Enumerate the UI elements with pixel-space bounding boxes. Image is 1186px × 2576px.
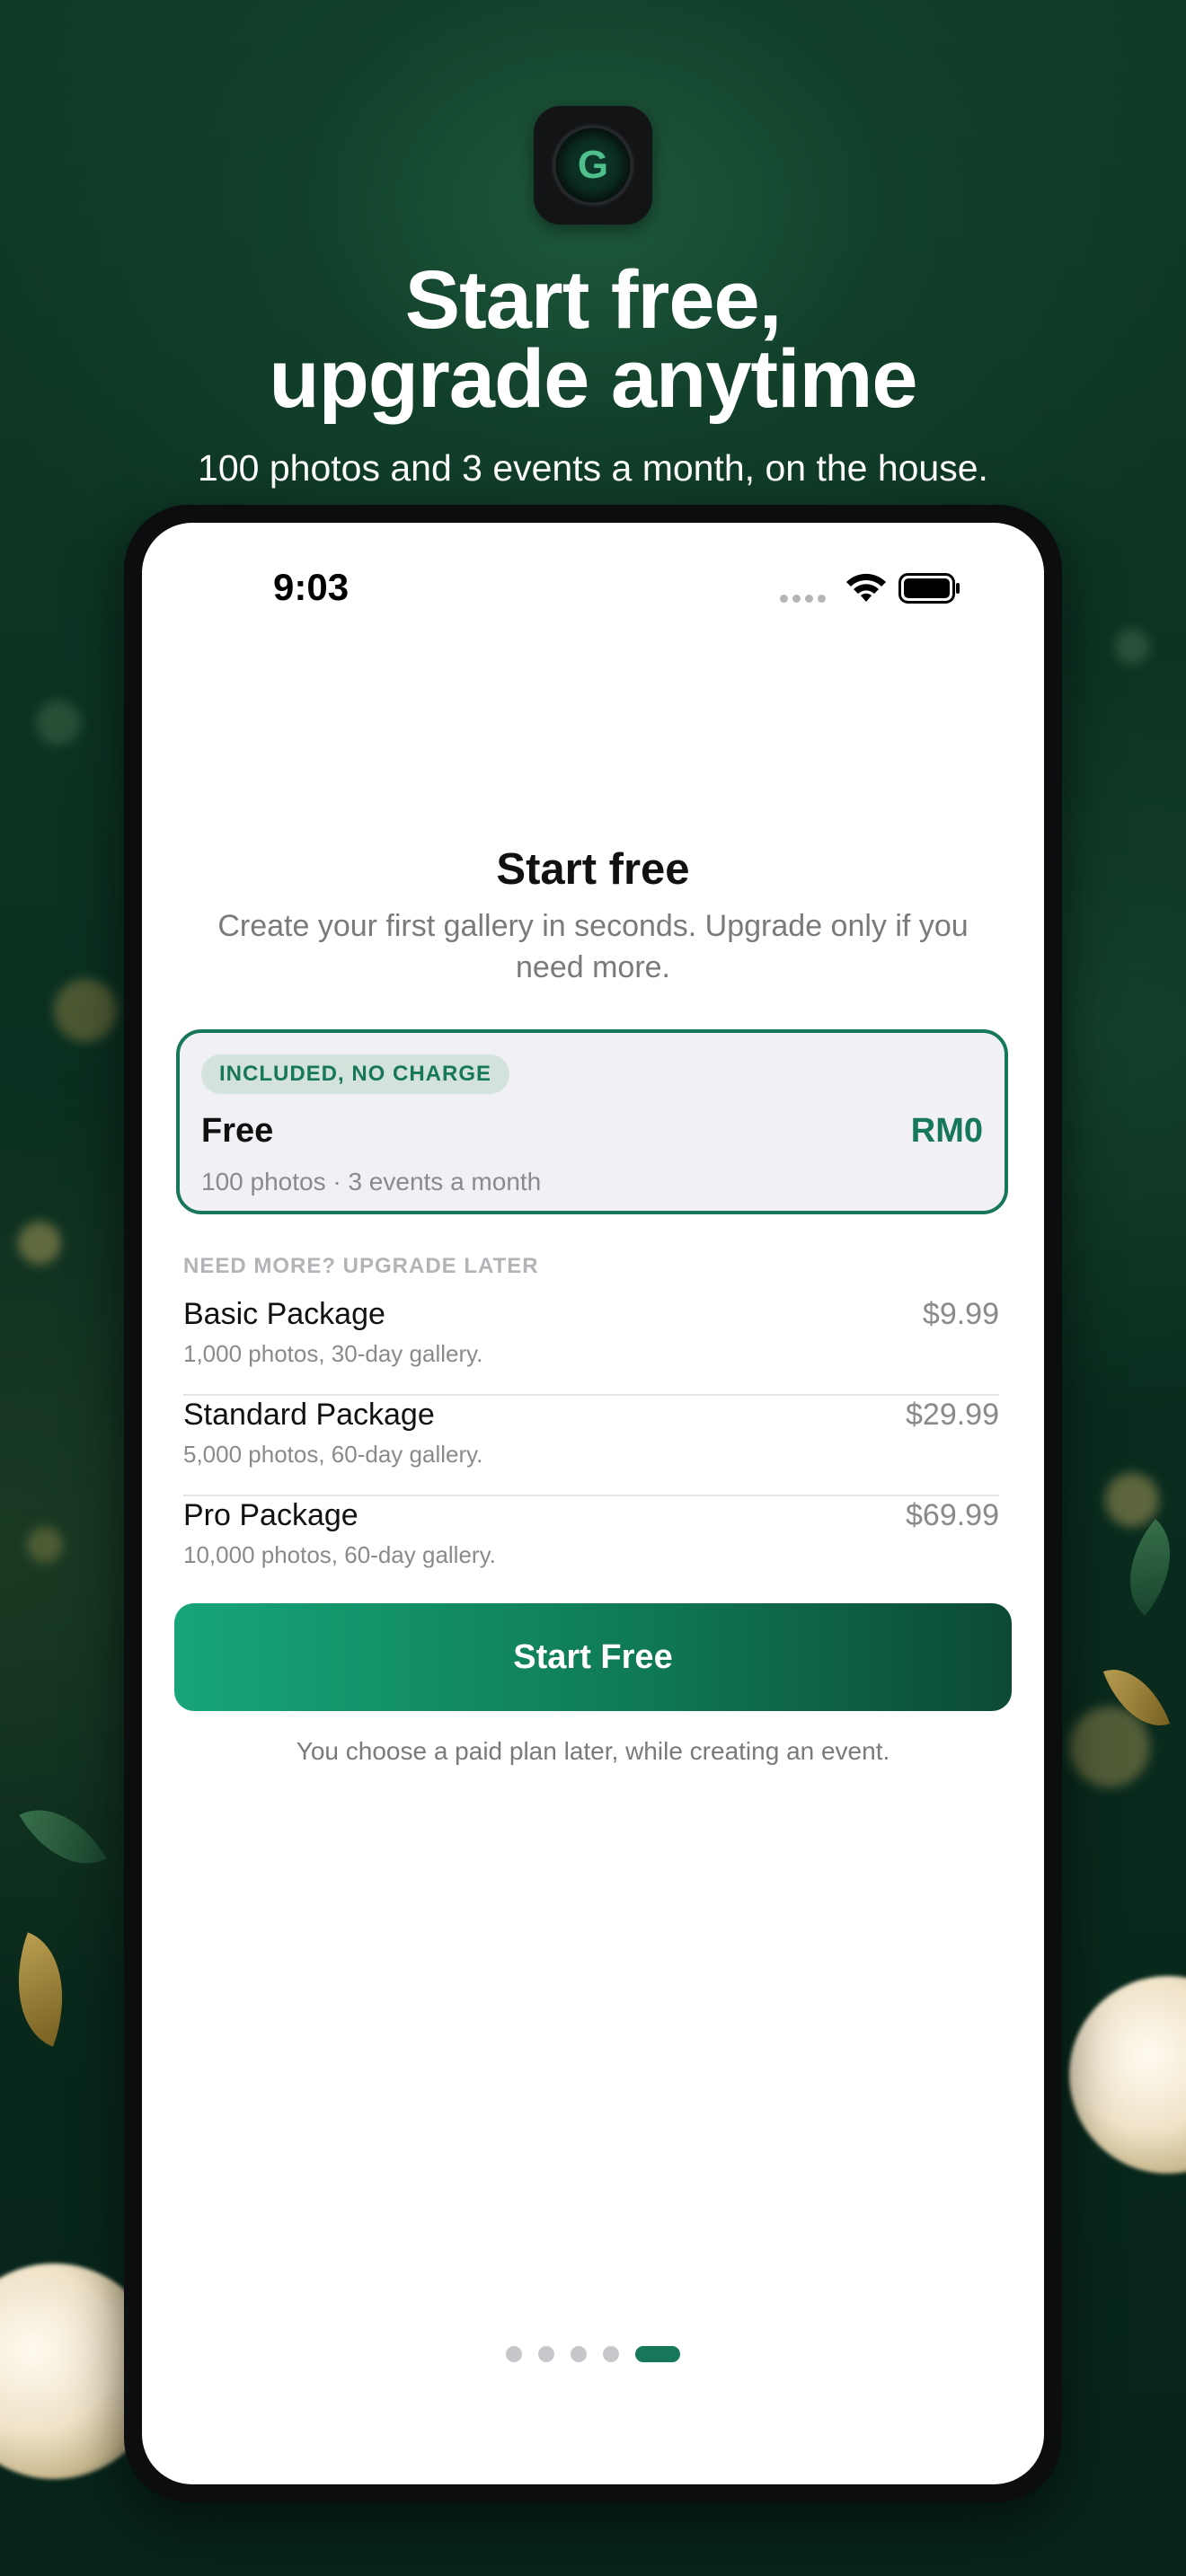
page-dot[interactable] [571,2346,587,2362]
page-dot-active[interactable] [635,2346,680,2362]
camera-lens-icon: G [550,122,636,208]
cellular-signal-icon [780,595,826,603]
headline-line-1: Start free, [404,254,783,346]
plan-name: Standard Package [183,1398,435,1432]
plan-description: 1,000 photos, 30-day gallery. [183,1340,483,1367]
page-dot[interactable] [538,2346,554,2362]
start-free-button[interactable]: Start Free [174,1603,1012,1711]
upgrade-plan-list: Basic Package 1,000 photos, 30-day galle… [183,1295,999,1595]
plan-description: 5,000 photos, 60-day gallery. [183,1441,483,1468]
free-plan-name: Free [201,1112,274,1150]
free-plan-card[interactable]: INCLUDED, NO CHARGE Free RM0 100 photos … [176,1029,1008,1214]
wifi-icon [846,573,886,602]
marketing-headline: Start free, upgrade anytime [0,254,1186,425]
page-title: Start free [496,845,690,894]
plan-name: Pro Package [183,1498,358,1532]
included-badge: INCLUDED, NO CHARGE [201,1054,510,1094]
app-screen: 9:03 Start free Create your first galler… [142,523,1044,2484]
plan-price: $29.99 [906,1398,999,1432]
cta-footnote: You choose a paid plan later, while crea… [296,1737,890,1765]
battery-icon [898,573,960,604]
plan-name: Basic Package [183,1297,385,1331]
page-subtitle: Create your first gallery in seconds. Up… [217,909,969,984]
plan-price: $69.99 [906,1498,999,1532]
page-indicator [142,2346,1044,2362]
free-plan-price: RM0 [910,1112,983,1150]
marketing-subline: 100 photos and 3 events a month, on the … [198,447,988,489]
free-plan-description: 100 photos · 3 events a month [201,1168,542,1195]
plan-item-basic: Basic Package 1,000 photos, 30-day galle… [183,1295,999,1396]
plan-item-pro: Pro Package 10,000 photos, 60-day galler… [183,1496,999,1595]
page-dot[interactable] [603,2346,619,2362]
headline-line-2: upgrade anytime [269,333,917,425]
plan-item-standard: Standard Package 5,000 photos, 60-day ga… [183,1396,999,1496]
upgrade-section-label: NEED MORE? UPGRADE LATER [183,1254,539,1278]
status-time: 9:03 [273,566,350,608]
plan-price: $9.99 [922,1297,999,1331]
plan-description: 10,000 photos, 60-day gallery. [183,1541,496,1568]
page-dot[interactable] [506,2346,522,2362]
app-icon: G [534,106,652,225]
